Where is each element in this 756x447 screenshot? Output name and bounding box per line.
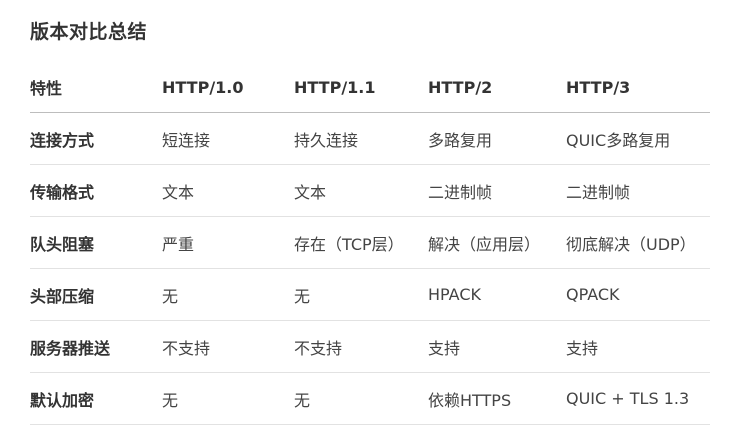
row-header-cell: 服务器推送: [30, 320, 162, 373]
table-row: 默认加密 无 无 依赖HTTPS QUIC + TLS 1.3: [30, 372, 710, 425]
table-cell: 依赖HTTPS: [428, 372, 566, 425]
table-cell: QUIC + TLS 1.3: [566, 372, 710, 425]
row-header-cell: 头部压缩: [30, 268, 162, 321]
table-cell: 不支持: [294, 320, 428, 373]
comparison-table: 特性 HTTP/1.0 HTTP/1.1 HTTP/2 HTTP/3 连接方式 …: [30, 62, 710, 425]
table-cell: QPACK: [566, 268, 710, 321]
table-row: 队头阻塞 严重 存在（TCP层） 解决（应用层） 彻底解决（UDP）: [30, 216, 710, 269]
table-cell: 短连接: [162, 112, 294, 165]
table-cell: HPACK: [428, 268, 566, 321]
table-row: 服务器推送 不支持 不支持 支持 支持: [30, 320, 710, 373]
table-cell: 不支持: [162, 320, 294, 373]
table-cell: 严重: [162, 216, 294, 269]
row-header-cell: 默认加密: [30, 372, 162, 425]
table-cell: 二进制帧: [566, 164, 710, 217]
table-cell: 解决（应用层）: [428, 216, 566, 269]
table-cell: 无: [294, 372, 428, 425]
table-cell: 无: [162, 372, 294, 425]
column-header: HTTP/2: [428, 62, 566, 113]
column-header: HTTP/1.1: [294, 62, 428, 113]
table-cell: QUIC多路复用: [566, 112, 710, 165]
table-cell: 无: [162, 268, 294, 321]
table-row: 连接方式 短连接 持久连接 多路复用 QUIC多路复用: [30, 112, 710, 165]
page-title: 版本对比总结: [30, 21, 148, 43]
table-cell: 支持: [428, 320, 566, 373]
column-header: HTTP/3: [566, 62, 710, 113]
table-cell: 文本: [294, 164, 428, 217]
table-cell: 彻底解决（UDP）: [566, 216, 710, 269]
row-header-cell: 传输格式: [30, 164, 162, 217]
column-header: 特性: [30, 62, 162, 113]
table-header-row: 特性 HTTP/1.0 HTTP/1.1 HTTP/2 HTTP/3: [30, 62, 710, 113]
table-cell: 存在（TCP层）: [294, 216, 428, 269]
table-cell: 文本: [162, 164, 294, 217]
table-cell: 支持: [566, 320, 710, 373]
table-cell: 持久连接: [294, 112, 428, 165]
table-row: 传输格式 文本 文本 二进制帧 二进制帧: [30, 164, 710, 217]
table-row: 头部压缩 无 无 HPACK QPACK: [30, 268, 710, 321]
row-header-cell: 队头阻塞: [30, 216, 162, 269]
column-header: HTTP/1.0: [162, 62, 294, 113]
table-cell: 无: [294, 268, 428, 321]
row-header-cell: 连接方式: [30, 112, 162, 165]
table-cell: 二进制帧: [428, 164, 566, 217]
table-cell: 多路复用: [428, 112, 566, 165]
